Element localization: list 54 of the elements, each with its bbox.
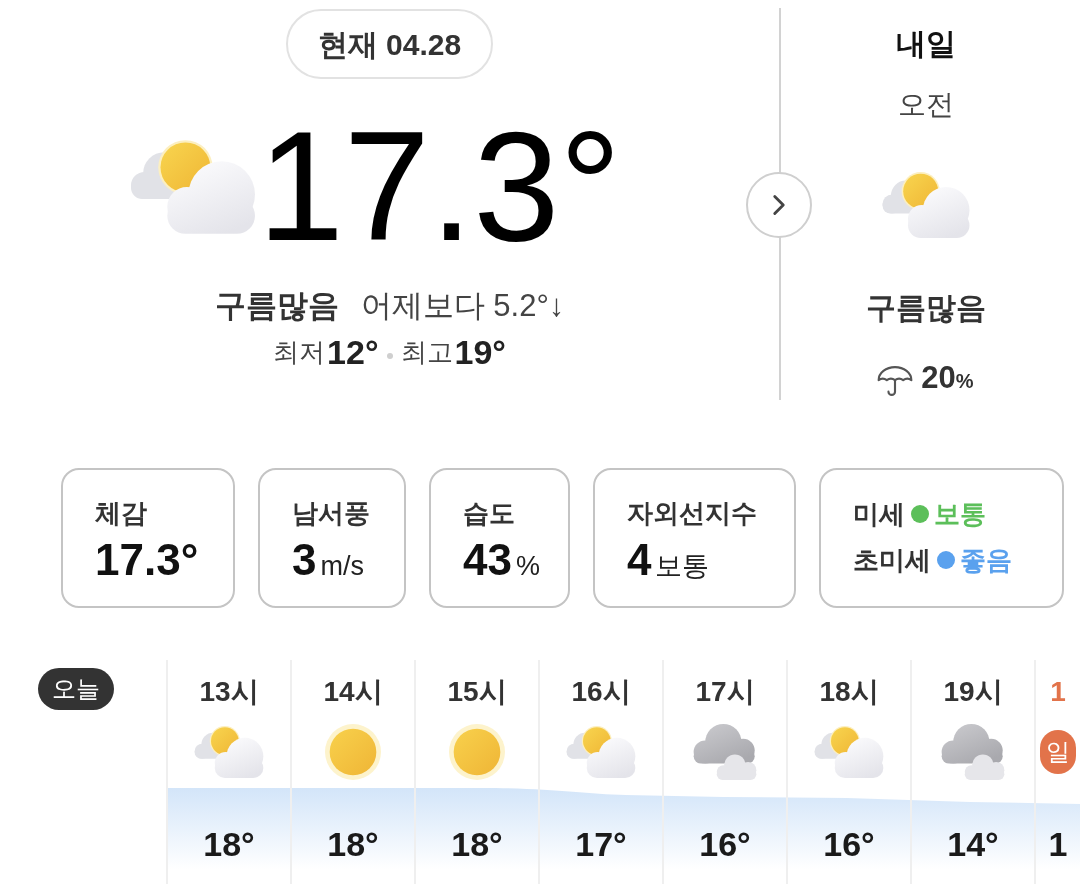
event-badge: 일 — [1040, 730, 1076, 774]
tomorrow-title: 내일 — [895, 26, 956, 62]
detail-label: 자외선지수 — [627, 497, 758, 530]
temperature-label: 1 — [1048, 824, 1068, 864]
date-badge: 현재 04.28 — [285, 9, 494, 79]
temperature-label: 14° — [947, 824, 999, 864]
temperature-label: 16° — [823, 824, 875, 864]
period-label: 오전 — [897, 88, 954, 122]
detail-value: 43 — [463, 536, 512, 584]
air-quality-status: 보통 — [934, 498, 986, 531]
temperature-label: 18° — [327, 824, 379, 864]
current-temperature: 17.3° — [257, 109, 622, 264]
condition-text: 구름많음 — [214, 287, 339, 325]
cloud-icon — [940, 722, 1006, 782]
detail-value: 4 — [627, 536, 652, 584]
sun-icon — [449, 724, 505, 780]
high-temperature: 19° — [454, 332, 506, 372]
hour-label: 14시 — [323, 675, 383, 709]
rain-chance: 20% — [921, 359, 974, 397]
temperature-change-text: 어제보다 5.2°↓ — [360, 287, 565, 325]
day-badge: 오늘 — [38, 668, 114, 710]
low-label: 최저 — [273, 336, 326, 369]
temperature-label: 17° — [575, 824, 627, 864]
detail-unit: 보통 — [655, 550, 710, 583]
detail-label: 체감 — [95, 497, 148, 530]
sun-cloud-icon — [879, 170, 972, 240]
umbrella-icon — [877, 364, 914, 397]
air-quality-label: 초미세 — [853, 544, 931, 577]
high-label: 최고 — [400, 336, 453, 369]
detail-value: 3 — [292, 536, 317, 584]
low-temperature: 12° — [327, 332, 379, 372]
hour-label: 1 — [1050, 675, 1066, 709]
air-quality-label: 미세 — [853, 498, 905, 531]
air-quality-status: 좋음 — [960, 544, 1012, 577]
hour-label: 16시 — [571, 675, 631, 709]
hour-label: 18시 — [819, 675, 879, 709]
hour-label: 13시 — [199, 675, 259, 709]
detail-unit: % — [515, 550, 540, 583]
hour-label: 17시 — [695, 675, 755, 709]
sun-cloud-icon — [193, 724, 265, 780]
tomorrow-condition: 구름많음 — [865, 290, 986, 326]
cloud-icon — [692, 722, 758, 782]
sun-cloud-icon — [813, 724, 885, 780]
temperature-label: 18° — [203, 824, 255, 864]
hour-label: 15시 — [447, 675, 507, 709]
temperature-label: 18° — [451, 824, 503, 864]
hour-label: 19시 — [943, 675, 1003, 709]
temperature-label: 16° — [699, 824, 751, 864]
sun-cloud-icon — [565, 724, 637, 780]
detail-label: 습도 — [463, 497, 516, 530]
detail-value: 17.3° — [95, 536, 199, 584]
sun-icon — [325, 724, 381, 780]
detail-unit: m/s — [320, 550, 364, 583]
detail-label: 남서풍 — [292, 497, 371, 530]
